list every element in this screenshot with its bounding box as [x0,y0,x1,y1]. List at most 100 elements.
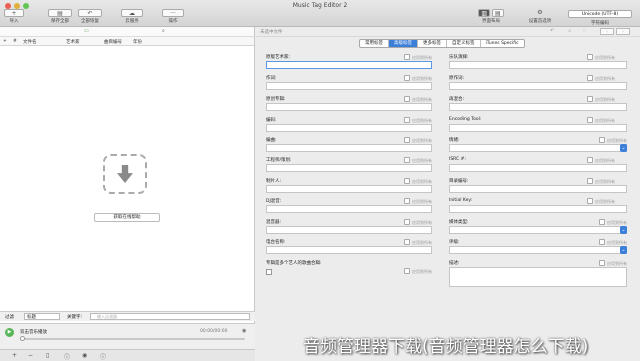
apply-all-checkbox[interactable]: 应用到所有 [404,219,432,226]
tab-more-tags[interactable]: 更多标签 [418,40,447,47]
column-header-filename[interactable]: 文件名 [23,39,37,45]
remove-icon[interactable]: − [28,352,33,359]
media-type-combo[interactable] [449,226,627,234]
title-bar: Music Tag Editor 2 + 导入 ▤ 保存全部 ↶ 全部恢复 ☁ … [0,0,640,27]
apply-all-checkbox[interactable]: 应用到所有 [404,96,432,103]
watermark-text: 音频管理器下载(音频管理器怎么下载) [303,337,589,357]
lyricist-input[interactable] [266,82,432,90]
initial-key-input[interactable] [449,205,627,213]
mixer-input[interactable] [266,226,432,234]
apply-all-checkbox[interactable]: 应用到所有 [404,268,432,275]
player-panel: ▶ 双击音乐播放 00:00/00:00 ◉ [0,323,255,351]
save-all-button[interactable]: ▤ 保存全部 [48,9,72,24]
apply-all-checkbox[interactable]: 应用到所有 [404,137,432,144]
tab-itunes-specific[interactable]: iTunes Specific [481,40,524,47]
dj-mixer-input[interactable] [266,205,432,213]
trash-icon[interactable]: ▯ [46,352,49,359]
apply-all-checkbox[interactable]: 应用到所有 [404,198,432,205]
rating-dropdown-button[interactable]: ⌄ [620,246,627,254]
keyword-input[interactable]: 输入过滤器 [90,313,250,320]
apply-all-checkbox[interactable]: 应用到所有 [404,54,432,61]
apply-all-checkbox[interactable]: 应用到所有 [587,157,615,164]
arranger-input[interactable] [266,144,432,152]
field-mixer: 混音器: 应用到所有 [266,219,432,237]
online-help-button[interactable]: 获取在线帮助 [94,213,160,222]
column-header-number[interactable]: # [13,39,17,44]
apply-all-checkbox[interactable]: 应用到所有 [599,260,627,267]
info-icon[interactable]: ⓘ [64,352,70,361]
eye-icon[interactable]: ◉ [82,352,87,359]
apply-all-checkbox[interactable]: 应用到所有 [404,157,432,164]
add-column-icon[interactable]: + [3,39,7,44]
encoding-select[interactable]: Unicode (UTF-8) [568,10,632,18]
import-button[interactable]: + 导入 [4,9,24,24]
playback-knob[interactable] [20,336,25,341]
remixer-input[interactable] [449,103,627,111]
original-artist-input[interactable] [266,61,432,69]
mood-combo[interactable] [449,144,627,152]
cloud-match-button[interactable]: ☁ 云服务 [121,9,143,24]
apply-all-checkbox[interactable]: 应用到所有 [404,239,432,246]
field-media-type: 媒体类型: 应用到所有 ⌄ [449,219,627,234]
field-band: 乐队演绎: 应用到所有 [449,54,627,72]
undo-icon[interactable]: ↶ [550,28,554,34]
isrc-input[interactable] [449,164,627,172]
editor-header: 未选中文件 ↶ ⌂ ☆ ‹ › [256,27,640,37]
details-icon[interactable]: ⓘ [100,352,106,361]
tab-common-tags[interactable]: 常用标签 [360,40,389,47]
volume-icon[interactable]: ◉ [242,328,246,334]
apply-all-checkbox[interactable]: 应用到所有 [587,54,615,61]
tab-advanced-tags[interactable]: 高级标签 [389,40,418,47]
apply-all-checkbox[interactable]: 应用到所有 [587,96,615,103]
column-header-track[interactable]: 曲目编号 [104,39,122,45]
encoding-label: 字符编码 [591,21,609,26]
operate-button[interactable]: ··· 操作 [162,9,184,24]
add-icon[interactable]: + [12,352,17,359]
search-icon[interactable]: ⌕ [162,28,165,34]
play-button[interactable]: ▶ [5,328,14,337]
layout-alt-icon: ▤ [491,9,504,17]
next-button[interactable]: › [616,28,630,35]
encoded-by-input[interactable] [266,124,432,132]
apply-all-checkbox[interactable]: 应用到所有 [587,178,615,185]
preferences-button[interactable]: ⚙ 设置首选项 [526,9,554,24]
field-engineer: 工程师/策划: 应用到所有 [266,157,432,175]
compilation-checkbox[interactable] [266,269,272,275]
producer-input[interactable] [266,185,432,193]
layout-button[interactable]: ▥ ▤ 界面布局 [476,9,506,24]
apply-all-checkbox[interactable]: 应用到所有 [404,75,432,82]
folder-icon[interactable]: ▭ [84,28,89,34]
original-lyricist-input[interactable] [449,82,627,90]
radio-station-input[interactable] [266,246,432,254]
field-mood: 情绪: 应用到所有 ⌄ [449,137,627,152]
apply-all-checkbox[interactable]: 应用到所有 [587,198,615,205]
filter-label: 过滤 [5,315,14,320]
apply-all-checkbox[interactable]: 应用到所有 [587,75,615,82]
media-type-dropdown-button[interactable]: ⌄ [620,226,627,234]
apply-all-checkbox[interactable]: 应用到所有 [599,239,627,246]
prev-button[interactable]: ‹ [600,28,614,35]
drop-files-area[interactable] [103,154,147,194]
column-header-artist[interactable]: 艺术家 [66,39,80,45]
encoding-tool-input[interactable] [449,124,627,132]
original-album-input[interactable] [266,103,432,111]
star-icon[interactable]: ☆ [582,28,586,34]
apply-all-checkbox[interactable]: 应用到所有 [404,117,432,124]
description-textarea[interactable] [449,267,627,287]
band-input[interactable] [449,61,627,69]
mood-dropdown-button[interactable]: ⌄ [620,144,627,152]
apply-all-checkbox[interactable]: 应用到所有 [599,137,627,144]
home-icon[interactable]: ⌂ [568,28,571,34]
filter-field-select[interactable]: 标题 [24,313,60,320]
apply-all-checkbox[interactable]: 应用到所有 [587,117,615,124]
catalog-number-input[interactable] [449,185,627,193]
player-time: 00:00/00:00 [200,329,228,334]
engineer-input[interactable] [266,164,432,172]
apply-all-checkbox[interactable]: 应用到所有 [599,219,627,226]
undo-all-button[interactable]: ↶ 全部恢复 [78,9,102,24]
tab-custom-tags[interactable]: 自定义标签 [447,40,481,47]
playback-slider[interactable] [20,338,245,340]
rating-combo[interactable] [449,246,627,254]
column-header-year[interactable]: 年份 [133,39,142,45]
apply-all-checkbox[interactable]: 应用到所有 [404,178,432,185]
